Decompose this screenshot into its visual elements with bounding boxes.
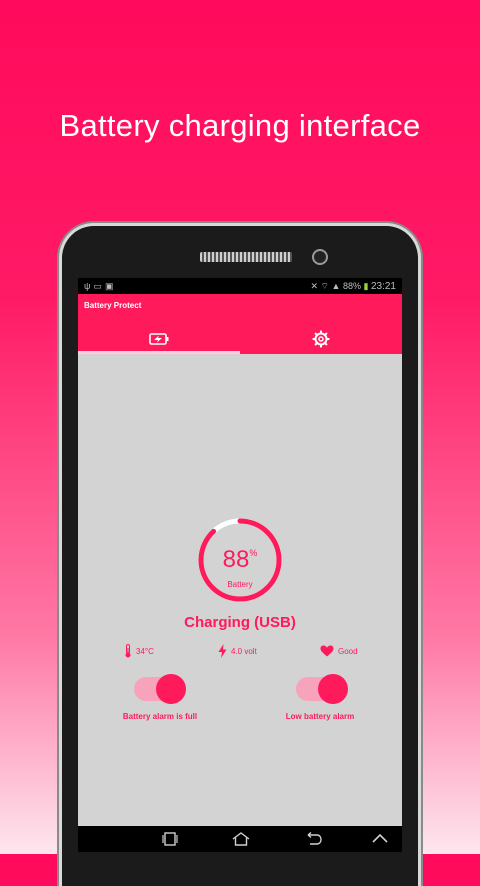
home-icon[interactable]: [232, 832, 250, 846]
thermometer-icon: [125, 644, 131, 658]
status-bar: ψ▭▣ ✕ ⌔ ▲ 88% ▮ 23:21: [78, 278, 402, 294]
health-stat: Good: [320, 644, 358, 658]
battery-percentage: 88%: [196, 546, 284, 574]
up-icon[interactable]: [372, 832, 388, 846]
tab-settings[interactable]: [240, 324, 402, 354]
battery-percentage-value: 88: [222, 546, 250, 573]
status-time: 23:21: [370, 281, 396, 292]
status-right: ✕ ⌔ ▲ 88% ▮ 23:21: [310, 278, 396, 295]
battery-percentage-unit: %: [249, 548, 258, 558]
voltage-value: 4.0 volt: [231, 646, 257, 656]
wifi-icon: ⌔: [320, 281, 330, 291]
front-camera: [312, 249, 328, 265]
silent-icon: ✕: [310, 281, 319, 291]
battery-saver-icon: ▭: [93, 281, 105, 291]
gear-icon: [312, 330, 330, 348]
recent-apps-icon[interactable]: [162, 832, 178, 846]
full-alarm-toggle[interactable]: [134, 674, 186, 704]
battery-gauge: 88% Battery: [196, 516, 284, 604]
signal-icon: ▲: [331, 281, 341, 291]
battery-gauge-label: Battery: [227, 580, 253, 589]
speaker-grille: [200, 252, 292, 262]
voltage-stat: 4.0 volt: [218, 644, 257, 658]
phone-top-bezel: [62, 226, 418, 278]
toggle-knob: [156, 674, 186, 704]
status-battery-percent: 88%: [342, 281, 361, 291]
battery-charging-icon: [149, 333, 169, 345]
tab-indicator: [78, 351, 240, 354]
health-value: Good: [338, 646, 358, 656]
app-title: Battery Protect: [84, 301, 142, 310]
headline: Battery charging interface: [59, 108, 421, 143]
battery-icon: ▮: [363, 281, 369, 291]
heart-icon: [320, 645, 334, 657]
phone-frame: ψ▭▣ ✕ ⌔ ▲ 88% ▮ 23:21 Battery Protect 88…: [62, 226, 418, 886]
toggle-knob: [318, 674, 348, 704]
phone-screen: ψ▭▣ ✕ ⌔ ▲ 88% ▮ 23:21 Battery Protect 88…: [78, 278, 402, 852]
low-alarm-label: Low battery alarm: [285, 712, 355, 721]
back-icon[interactable]: [304, 832, 322, 846]
lightning-icon: [218, 644, 227, 658]
navigation-bar: [78, 826, 402, 852]
image-icon: ▣: [104, 281, 117, 291]
low-alarm-toggle[interactable]: [296, 674, 348, 704]
full-alarm-label: Battery alarm is full: [122, 712, 198, 721]
tab-battery[interactable]: [78, 324, 240, 354]
app-bar: Battery Protect: [78, 294, 402, 354]
charging-status: Charging (USB): [184, 614, 296, 631]
status-left-icons: ψ▭▣: [84, 278, 116, 294]
temperature-stat: 34°C: [124, 644, 154, 658]
usb-icon: ψ: [84, 281, 94, 291]
temperature-value: 34°C: [136, 646, 154, 656]
